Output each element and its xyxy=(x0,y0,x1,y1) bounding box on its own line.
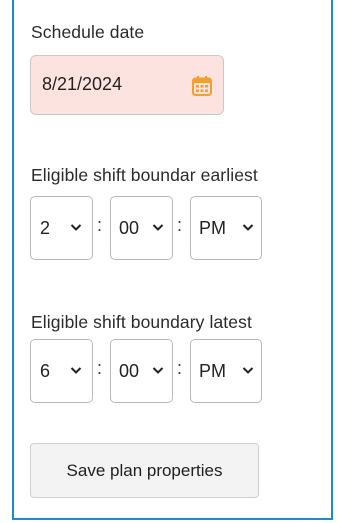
latest-time-picker: 6 : 00 : PM xyxy=(30,339,270,405)
latest-boundary-label: Eligible shift boundary latest xyxy=(31,312,252,332)
earliest-separator-1: : xyxy=(97,215,103,235)
chevron-down-icon xyxy=(152,367,164,374)
schedule-date-input[interactable]: 8/21/2024 xyxy=(30,55,224,115)
latest-hour-value: 6 xyxy=(40,361,51,381)
chevron-down-icon xyxy=(70,367,82,374)
earliest-boundary-label: Eligible shift boundar earliest xyxy=(31,165,258,185)
latest-minute-value: 00 xyxy=(119,361,140,381)
chevron-down-icon xyxy=(242,367,254,374)
earliest-time-picker: 2 : 00 : PM xyxy=(30,196,270,262)
latest-ampm-value: PM xyxy=(199,361,226,381)
chevron-down-icon xyxy=(242,224,254,231)
latest-minute-select[interactable]: 00 xyxy=(110,339,173,403)
latest-hour-select[interactable]: 6 xyxy=(30,339,93,403)
earliest-minute-select[interactable]: 00 xyxy=(110,196,173,260)
latest-separator-2: : xyxy=(177,358,183,378)
earliest-hour-select[interactable]: 2 xyxy=(30,196,93,260)
earliest-hour-value: 2 xyxy=(40,218,51,238)
schedule-date-value: 8/21/2024 xyxy=(42,74,123,94)
latest-ampm-select[interactable]: PM xyxy=(190,339,262,403)
schedule-date-label: Schedule date xyxy=(31,22,145,42)
earliest-minute-value: 00 xyxy=(119,218,140,238)
earliest-separator-2: : xyxy=(177,215,183,235)
earliest-ampm-value: PM xyxy=(199,218,226,238)
plan-properties-panel: Schedule date 8/21/2024 Eligible shift b… xyxy=(12,0,333,520)
calendar-icon[interactable] xyxy=(191,75,213,97)
save-plan-properties-button[interactable]: Save plan properties xyxy=(30,443,259,498)
earliest-ampm-select[interactable]: PM xyxy=(190,196,262,260)
chevron-down-icon xyxy=(70,224,82,231)
latest-separator-1: : xyxy=(97,358,103,378)
chevron-down-icon xyxy=(152,224,164,231)
